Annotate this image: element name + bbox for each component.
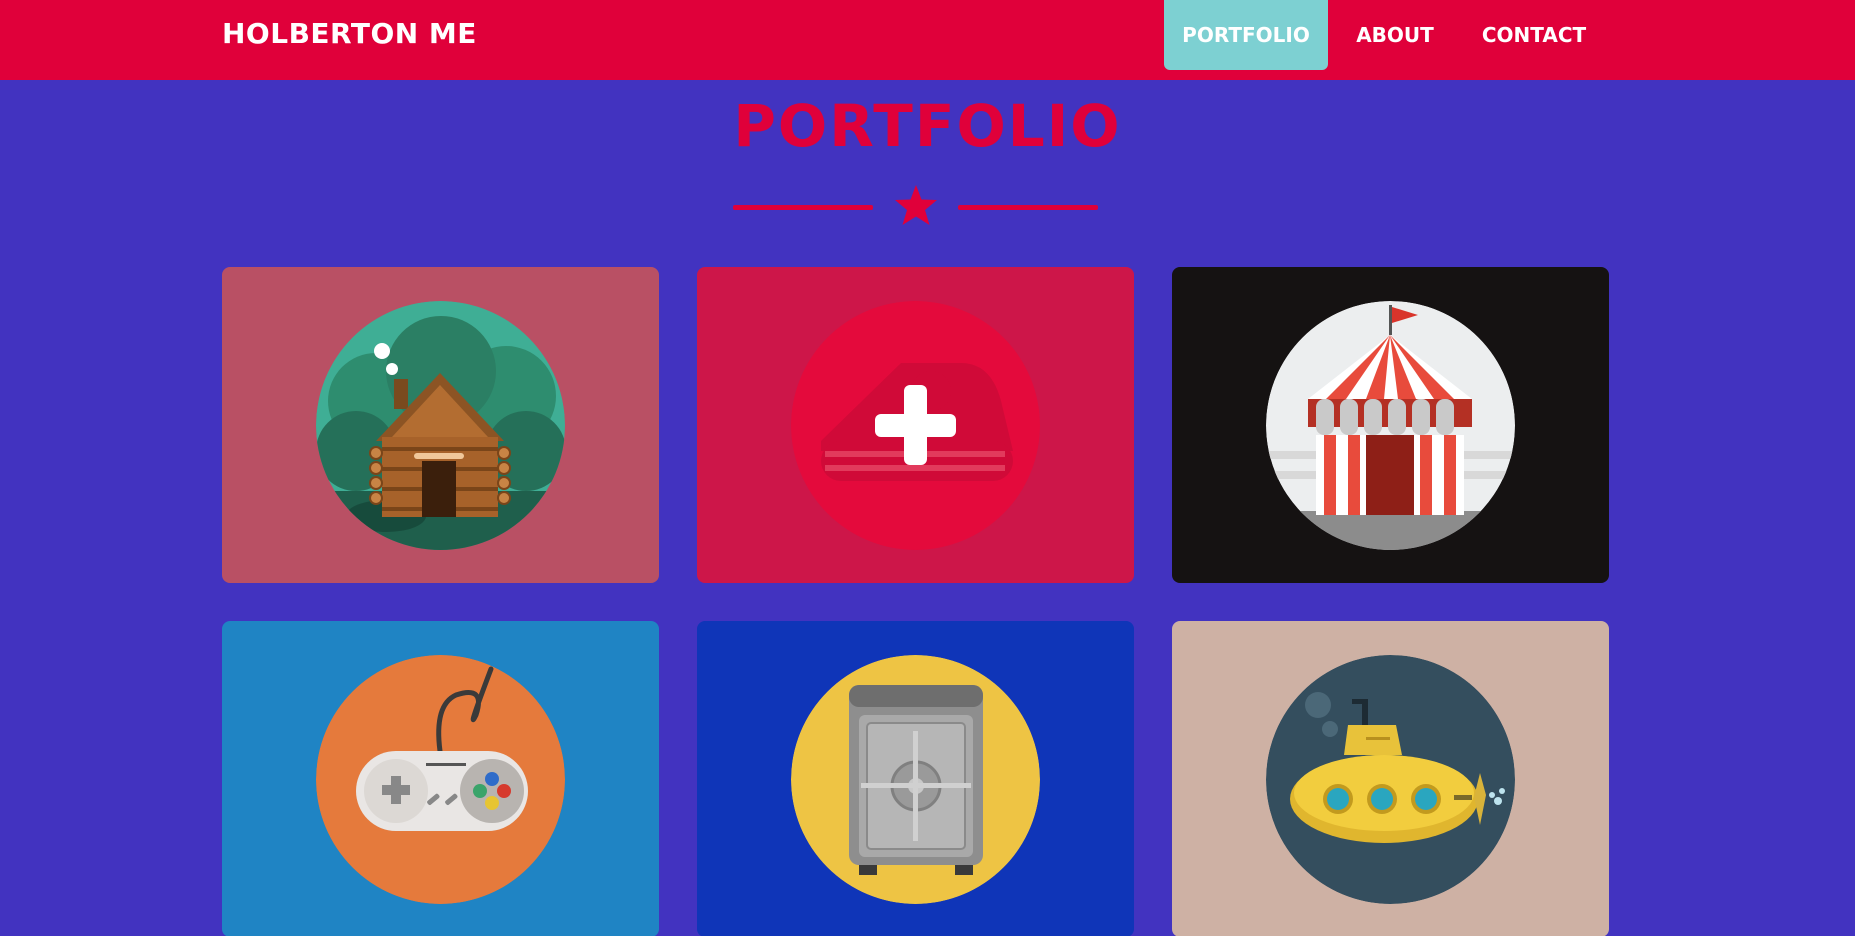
portfolio-card-safe[interactable] [697, 621, 1134, 936]
portfolio-thumbnail [791, 301, 1040, 550]
portfolio-card-add[interactable] [697, 267, 1134, 583]
nav-item-about[interactable]: ABOUT [1340, 0, 1450, 70]
nav-item-portfolio[interactable]: PORTFOLIO [1164, 0, 1328, 70]
portfolio-card-controller[interactable] [222, 621, 659, 936]
brand-logo[interactable]: HOLBERTON ME [222, 17, 477, 50]
portfolio-thumbnail [316, 655, 565, 904]
portfolio-thumbnail [1266, 655, 1515, 904]
submarine-icon [1266, 655, 1515, 904]
add-project-plus-icon [791, 301, 1040, 550]
portfolio-thumbnail [316, 301, 565, 550]
nav-item-contact[interactable]: CONTACT [1470, 0, 1598, 70]
portfolio-thumbnail [1266, 301, 1515, 550]
navbar: HOLBERTON ME PORTFOLIO ABOUT CONTACT [0, 0, 1855, 80]
circus-tent-icon [1266, 301, 1515, 550]
star-icon [895, 185, 937, 225]
log-cabin-icon [316, 301, 565, 550]
divider-line-left [733, 205, 873, 210]
portfolio-card-submarine[interactable] [1172, 621, 1609, 936]
portfolio-thumbnail [791, 655, 1040, 904]
portfolio-card-circus[interactable] [1172, 267, 1609, 583]
portfolio-card-cabin[interactable] [222, 267, 659, 583]
safe-icon [791, 655, 1040, 904]
section-title: PORTFOLIO [733, 92, 1122, 160]
game-controller-icon [316, 655, 565, 904]
divider-line-right [958, 205, 1098, 210]
